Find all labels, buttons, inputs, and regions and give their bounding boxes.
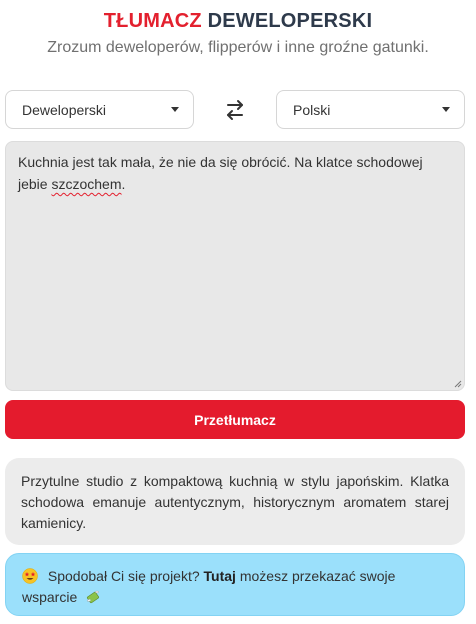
swap-arrows-icon — [227, 100, 243, 120]
subtitle: Zrozum deweloperów, flipperów i inne gro… — [47, 39, 429, 56]
target-language-select[interactable]: Polski — [276, 90, 465, 129]
chevron-down-icon — [442, 107, 450, 112]
source-text-input[interactable]: Kuchnia jest tak mała, że nie da się obr… — [5, 141, 465, 391]
translate-button[interactable]: Przetłumacz — [5, 400, 465, 439]
support-text: Spodobał Ci się projekt? — [44, 568, 204, 584]
title-dark-part: DEWELOPERSKI — [207, 10, 373, 32]
money-with-wings-emoji-icon — [86, 590, 100, 604]
input-text-end: . — [121, 176, 126, 192]
target-language-label: Polski — [293, 101, 331, 118]
title-red-part: TŁUMACZ — [103, 10, 202, 32]
source-language-select[interactable]: Deweloperski — [5, 90, 194, 129]
star-struck-emoji-icon — [22, 568, 38, 584]
swap-languages-button[interactable] — [221, 97, 249, 123]
chevron-down-icon — [171, 107, 179, 112]
resize-handle-icon[interactable] — [454, 380, 462, 388]
support-banner: Spodobał Ci się projekt? Tutaj możesz pr… — [5, 553, 465, 616]
input-text-misspelled: szczochem — [51, 176, 122, 192]
translation-output: Przytulne studio z kompaktową kuchnią w … — [5, 458, 465, 545]
support-link[interactable]: Tutaj — [204, 568, 236, 584]
source-language-label: Deweloperski — [22, 101, 107, 118]
app-title: TŁUMACZ DEWELOPERSKI — [0, 10, 476, 33]
